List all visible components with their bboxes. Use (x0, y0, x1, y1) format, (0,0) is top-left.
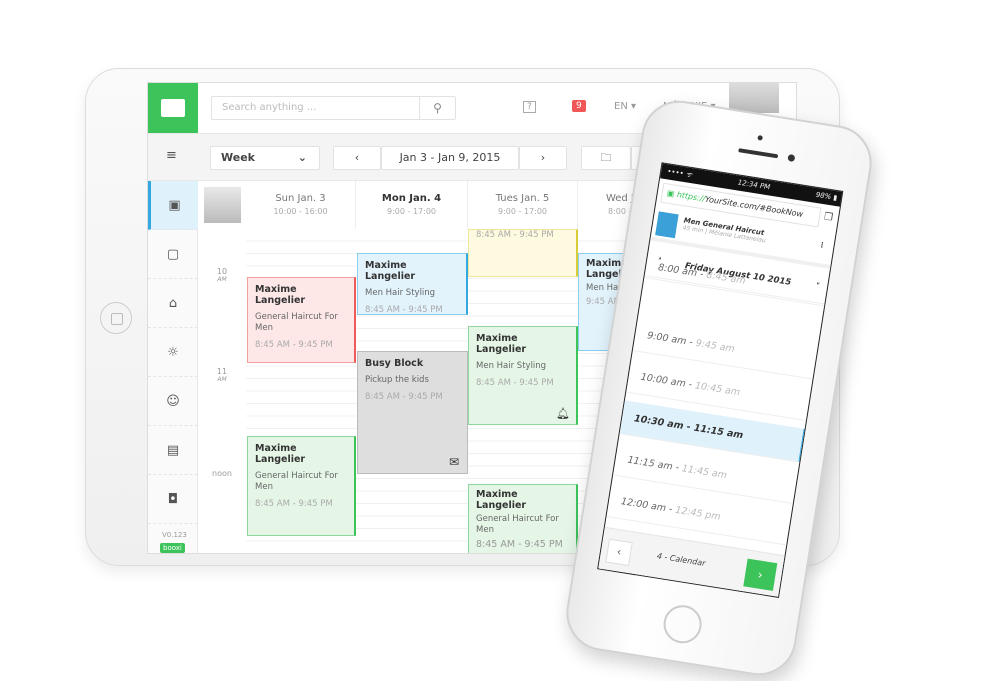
prev-week-button[interactable]: ‹ (333, 146, 381, 170)
tabs-icon[interactable]: ❐ (823, 211, 834, 223)
chevron-down-icon: ⌄ (297, 151, 307, 164)
date-range: Jan 3 - Jan 9, 2015 (381, 146, 519, 170)
bell-check-icon: 🔔︎ (556, 407, 570, 420)
tablet-home-button (100, 302, 132, 334)
view-select[interactable]: Week ⌄ (210, 146, 320, 170)
clients-icon[interactable]: ☺ (148, 377, 198, 426)
more-icon[interactable]: ⋮ (818, 241, 826, 250)
version-label: V0.123 (162, 531, 187, 539)
proximity-sensor (757, 134, 763, 141)
notification-badge[interactable]: 9 (572, 100, 586, 112)
hour-label: noon (212, 469, 232, 478)
appointment-block[interactable]: Maxime Langelier Men Hair Styling 8:45 AM … (357, 253, 468, 315)
phone-home-button (660, 602, 705, 646)
appointment-block[interactable]: Maxime Langelier General Haircut For Men 8… (247, 436, 356, 536)
staff-avatar[interactable] (204, 187, 241, 223)
hamburger-icon[interactable]: ≡ (166, 148, 177, 163)
busy-block[interactable]: Busy Block Pickup the kids 8:45 AM - 9:45 … (357, 351, 468, 474)
appointment-block[interactable]: Maxime Langelier General Haircut For Men 8… (468, 484, 578, 553)
next-week-button[interactable]: › (519, 146, 567, 170)
mail-icon: ✉ (448, 455, 459, 469)
calendar-icon[interactable]: ▣ (148, 181, 198, 230)
search-icon[interactable]: ⚲ (419, 97, 455, 119)
store-icon[interactable]: ⌂ (148, 279, 198, 328)
day-header: Tues Jan. 5 9:00 - 17:00 (468, 181, 578, 229)
front-camera (787, 153, 796, 162)
service-thumbnail (655, 211, 679, 239)
search-input[interactable]: Search anything ... ⚲ (211, 96, 456, 120)
appointment-block[interactable]: 8:45 AM - 9:45 PM (468, 229, 578, 277)
ideas-icon[interactable]: ☼ (148, 328, 198, 377)
language-select[interactable]: EN ▾ (614, 101, 636, 112)
day-header: Sun Jan. 3 10:00 - 16:00 (246, 181, 356, 229)
add-appointment-icon[interactable]: 🗀 (581, 146, 631, 170)
appointment-block[interactable]: Maxime Langelier Men Hair Styling 8:45 AM … (468, 326, 578, 425)
sidebar: ▣ ▢ ⌂ ☼ ☺ ▤ ◘ V0.123 booxi (148, 181, 198, 553)
step-label: 4 - Calendar (656, 551, 707, 568)
day-header: Mon Jan. 4 9:00 - 17:00 (356, 181, 468, 229)
hour-label: 10 AM (216, 267, 228, 283)
hour-label: 11 AM (216, 367, 228, 383)
phone-screen: •••• ᯤ 12:34 PM 98% ▮ ▣ https://YourSite.c… (597, 162, 844, 598)
search-placeholder: Search anything ... (222, 102, 317, 113)
back-button[interactable]: ‹ (605, 538, 633, 567)
appointment-block[interactable]: Maxime Langelier General Haircut For Men 8… (247, 277, 356, 363)
phone-speaker (738, 148, 779, 159)
app-logo[interactable] (148, 83, 198, 133)
help-icon[interactable]: ? (523, 101, 536, 113)
clipboard-icon[interactable]: ▤ (148, 426, 198, 475)
view-value: Week (221, 151, 255, 164)
staff-icon[interactable]: ◘ (148, 475, 198, 524)
bookings-icon[interactable]: ▢ (148, 230, 198, 279)
brand-badge: booxi (160, 543, 185, 553)
next-button[interactable]: › (743, 558, 778, 591)
